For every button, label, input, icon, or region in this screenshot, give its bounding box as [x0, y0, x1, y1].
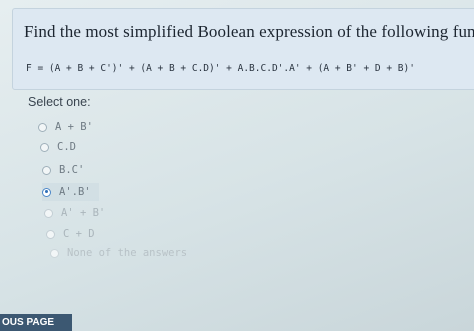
option-4[interactable]: A'.B': [42, 183, 99, 201]
answer-area: Select one: A + B' C.D B.C' A'.B' A' + B…: [0, 88, 474, 331]
option-label: C.D: [57, 141, 76, 153]
option-label: None of the answers: [67, 247, 188, 259]
select-one-prompt: Select one:: [28, 95, 91, 109]
previous-page-button[interactable]: OUS PAGE: [0, 314, 72, 331]
radio-button[interactable]: [38, 122, 47, 132]
radio-button-selected[interactable]: [42, 187, 51, 197]
radio-button[interactable]: [50, 248, 59, 258]
option-1[interactable]: A + B': [38, 118, 93, 136]
option-3[interactable]: B.C': [42, 161, 84, 179]
question-title: Find the most simplified Boolean express…: [24, 22, 474, 41]
option-label: A + B': [55, 121, 93, 133]
question-card: [12, 8, 474, 90]
option-2[interactable]: C.D: [40, 138, 76, 156]
option-label: B.C': [59, 164, 85, 176]
radio-button[interactable]: [46, 229, 55, 239]
radio-button[interactable]: [44, 208, 53, 218]
boolean-expression: F = (A + B + C')' + (A + B + C.D)' + A.B…: [26, 63, 415, 74]
option-6[interactable]: C + D: [46, 225, 95, 243]
option-label: C + D: [63, 228, 95, 240]
option-label: A'.B': [59, 186, 91, 198]
radio-button[interactable]: [40, 142, 49, 152]
option-label: A' + B': [61, 207, 106, 219]
option-7[interactable]: None of the answers: [50, 244, 187, 262]
option-5[interactable]: A' + B': [44, 204, 105, 222]
radio-button[interactable]: [42, 165, 51, 175]
quiz-page: Find the most simplified Boolean express…: [0, 0, 474, 331]
